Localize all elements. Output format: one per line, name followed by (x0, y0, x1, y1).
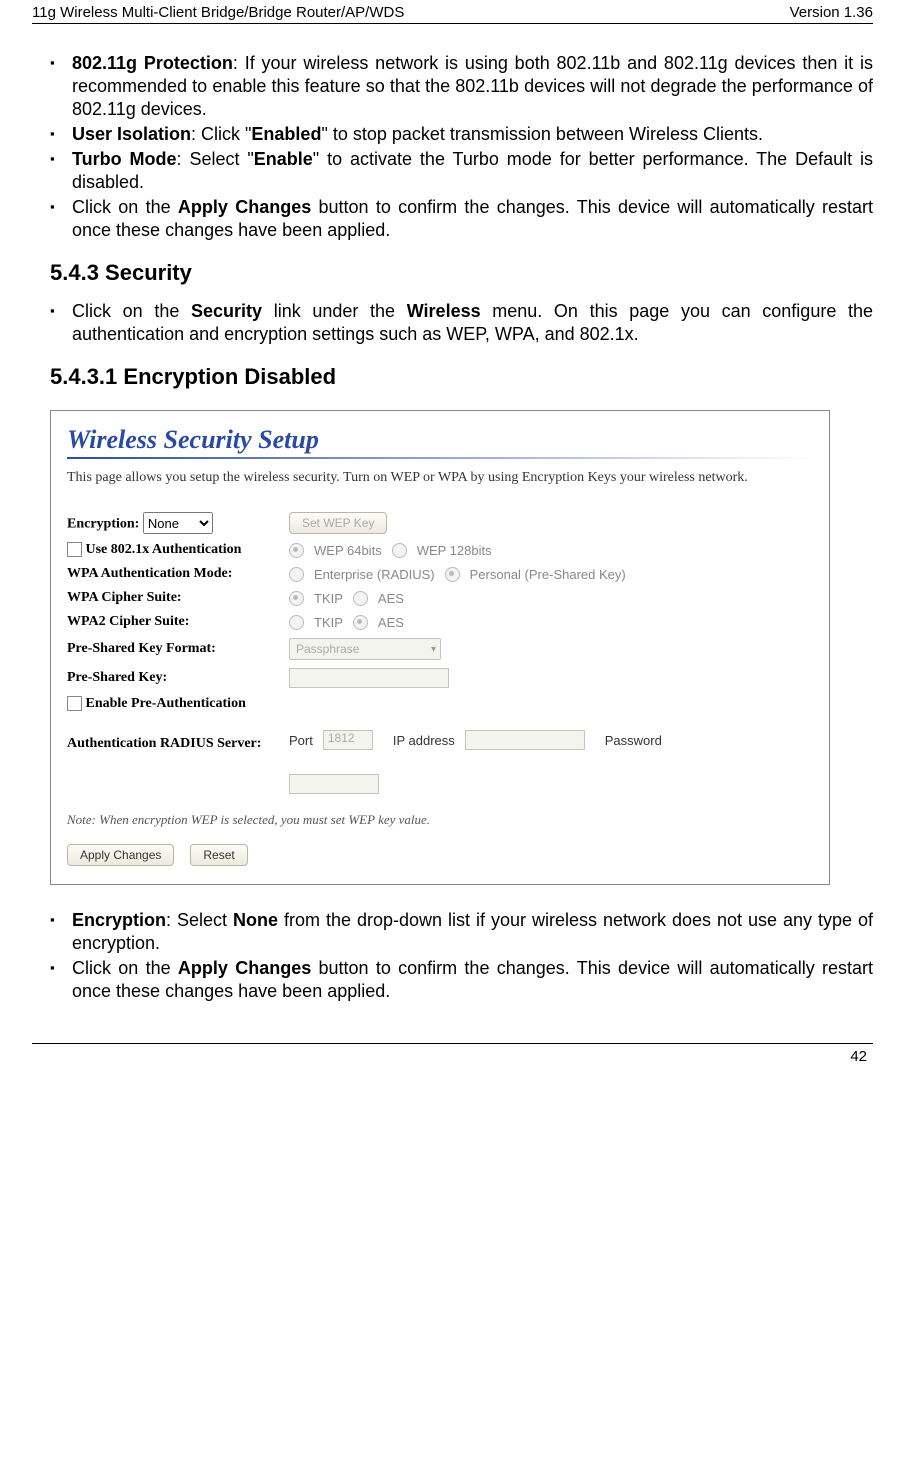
wpa2-aes-label: AES (378, 615, 404, 630)
text: : Select " (177, 149, 254, 169)
term: Wireless (407, 301, 481, 321)
wep-note: Note: When encryption WEP is selected, y… (67, 812, 813, 828)
text: : Select (166, 910, 233, 930)
term: Apply Changes (178, 958, 311, 978)
panel-title: Wireless Security Setup (67, 425, 813, 455)
section-heading-encdisabled: 5.4.3.1 Encryption Disabled (50, 364, 873, 390)
password-label: Password (605, 733, 662, 748)
footer-rule (32, 1043, 873, 1044)
text: " to stop packet transmission between Wi… (321, 124, 763, 144)
term: Turbo Mode (72, 149, 177, 169)
psk-label: Pre-Shared Key: (67, 670, 289, 686)
bullet-list-2: Click on the Security link under the Wir… (32, 300, 873, 346)
wpa-aes-label: AES (378, 591, 404, 606)
list-item: Encryption: Select None from the drop-do… (72, 909, 873, 955)
term: None (233, 910, 278, 930)
bullet-list-1: 802.11g Protection: If your wireless net… (32, 52, 873, 242)
panel-description: This page allows you setup the wireless … (67, 469, 813, 488)
wpa2-cipher-label: WPA2 Cipher Suite: (67, 614, 289, 630)
list-item: 802.11g Protection: If your wireless net… (72, 52, 873, 121)
set-wep-key-button[interactable]: Set WEP Key (289, 512, 387, 534)
personal-radio[interactable] (445, 567, 460, 582)
wep64-label: WEP 64bits (314, 543, 382, 558)
text: Click on the (72, 197, 178, 217)
term: Enable (254, 149, 313, 169)
wep128-radio[interactable] (392, 543, 407, 558)
term: Enabled (251, 124, 321, 144)
term: User Isolation (72, 124, 191, 144)
title-underline (67, 457, 813, 459)
chevron-down-icon: ▾ (431, 644, 436, 655)
apply-changes-button[interactable]: Apply Changes (67, 844, 174, 866)
use-8021x-checkbox[interactable] (67, 542, 82, 557)
encryption-select[interactable]: None (143, 512, 213, 534)
enterprise-label: Enterprise (RADIUS) (314, 567, 435, 582)
header-right: Version 1.36 (790, 4, 873, 21)
wpa-cipher-label: WPA Cipher Suite: (67, 590, 289, 606)
list-item: Click on the Apply Changes button to con… (72, 957, 873, 1003)
term: Encryption (72, 910, 166, 930)
encryption-label: Encryption: (67, 517, 139, 532)
list-item: Click on the Apply Changes button to con… (72, 196, 873, 242)
list-item: User Isolation: Click "Enabled" to stop … (72, 123, 873, 146)
preauth-label: Enable Pre-Authentication (86, 696, 246, 711)
term: Apply Changes (178, 197, 311, 217)
page-number: 42 (32, 1048, 873, 1065)
ip-input[interactable] (465, 730, 585, 750)
list-item: Click on the Security link under the Wir… (72, 300, 873, 346)
header-rule (32, 23, 873, 24)
password-input[interactable] (289, 774, 379, 794)
psk-format-label: Pre-Shared Key Format: (67, 641, 289, 657)
section-heading-security: 5.4.3 Security (50, 260, 873, 286)
term: Security (191, 301, 262, 321)
text: Click on the (72, 301, 191, 321)
wpa2-aes-radio[interactable] (353, 615, 368, 630)
wpa2-tkip-label: TKIP (314, 615, 343, 630)
text: Click on the (72, 958, 178, 978)
term: 802.11g Protection (72, 53, 233, 73)
port-input[interactable]: 1812 (323, 730, 373, 750)
wpa-tkip-label: TKIP (314, 591, 343, 606)
wep128-label: WEP 128bits (417, 543, 492, 558)
wpa-tkip-radio[interactable] (289, 591, 304, 606)
port-label: Port (289, 733, 313, 748)
psk-format-value: Passphrase (296, 642, 359, 656)
reset-button[interactable]: Reset (190, 844, 247, 866)
personal-label: Personal (Pre-Shared Key) (470, 567, 626, 582)
header-left: 11g Wireless Multi-Client Bridge/Bridge … (32, 4, 404, 21)
list-item: Turbo Mode: Select "Enable" to activate … (72, 148, 873, 194)
enterprise-radio[interactable] (289, 567, 304, 582)
wpa-auth-mode-label: WPA Authentication Mode: (67, 566, 289, 582)
bullet-list-3: Encryption: Select None from the drop-do… (32, 909, 873, 1003)
use-8021x-label: Use 802.1x Authentication (86, 542, 242, 557)
radius-server-label: Authentication RADIUS Server: (67, 730, 289, 752)
ip-label: IP address (393, 733, 455, 748)
text: link under the (262, 301, 407, 321)
wpa2-tkip-radio[interactable] (289, 615, 304, 630)
preauth-checkbox[interactable] (67, 696, 82, 711)
text: : Click " (191, 124, 251, 144)
security-setup-screenshot: Wireless Security Setup This page allows… (50, 410, 830, 885)
psk-input[interactable] (289, 668, 449, 688)
wep64-radio[interactable] (289, 543, 304, 558)
wpa-aes-radio[interactable] (353, 591, 368, 606)
psk-format-select[interactable]: Passphrase ▾ (289, 638, 441, 660)
